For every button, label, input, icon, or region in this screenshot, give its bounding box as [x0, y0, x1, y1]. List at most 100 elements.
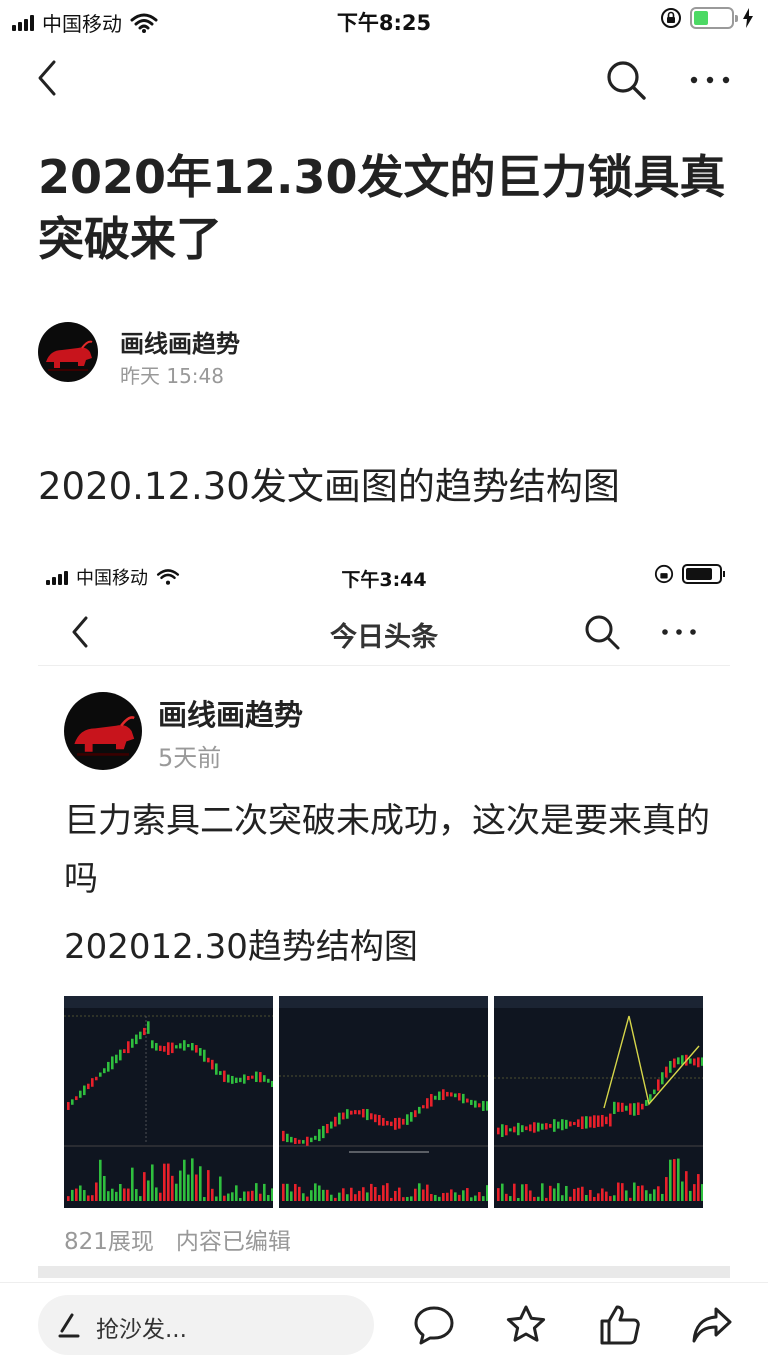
volume-bar: [243, 1191, 246, 1201]
candle: [298, 1139, 301, 1144]
view-count: 821展现: [64, 1229, 154, 1255]
volume-bar: [597, 1193, 600, 1201]
candle: [294, 1137, 297, 1144]
candle: [645, 1100, 648, 1106]
volume-bar: [195, 1174, 198, 1201]
volume-bar: [135, 1189, 138, 1201]
candle: [486, 1101, 488, 1111]
volume-bar: [179, 1170, 182, 1201]
candle: [111, 1056, 114, 1070]
volume-bar: [565, 1185, 568, 1201]
volume-bar: [155, 1187, 158, 1201]
candle: [406, 1114, 409, 1125]
candle: [259, 1072, 262, 1083]
candle: [227, 1074, 230, 1083]
volume-bar: [259, 1193, 262, 1201]
embedded-nav-title: 今日头条: [330, 622, 438, 653]
favorite-star-icon[interactable]: [504, 1303, 548, 1347]
candle: [430, 1094, 433, 1107]
candle: [517, 1122, 520, 1136]
volume-bar: [87, 1195, 90, 1201]
embedded-post-subtitle: 202012.30趋势结构图: [64, 927, 418, 967]
volume-bar: [271, 1188, 273, 1201]
volume-bar: [649, 1193, 652, 1201]
volume-bar: [617, 1182, 620, 1201]
candle: [418, 1106, 421, 1114]
volume-bar: [119, 1183, 122, 1201]
volume-bar: [207, 1170, 210, 1201]
candle: [402, 1118, 405, 1125]
candle: [147, 1021, 150, 1034]
volume-bar: [95, 1182, 98, 1201]
candle: [677, 1057, 680, 1065]
search-icon[interactable]: [604, 58, 648, 102]
candle: [673, 1058, 676, 1068]
embedded-publish-time: 5天前: [158, 744, 222, 772]
search-icon: [585, 615, 620, 650]
candle: [665, 1066, 668, 1078]
like-thumbs-up-icon[interactable]: [598, 1303, 642, 1347]
candle: [71, 1099, 74, 1105]
volume-bar: [330, 1194, 333, 1201]
candle: [127, 1041, 130, 1054]
share-icon[interactable]: [690, 1303, 734, 1347]
volume-bar: [478, 1192, 481, 1201]
candle: [362, 1108, 365, 1118]
candle: [561, 1119, 564, 1131]
candle: [569, 1121, 572, 1127]
volume-bar: [521, 1184, 524, 1201]
volume-bar: [366, 1192, 369, 1201]
candle: [470, 1099, 473, 1105]
candle: [565, 1119, 568, 1129]
candle: [637, 1102, 640, 1116]
candle: [549, 1124, 552, 1128]
volume-bar: [159, 1192, 162, 1201]
volume-bar: [581, 1186, 584, 1201]
candle: [243, 1074, 246, 1084]
candle: [79, 1090, 82, 1098]
embedded-author-name: 画线画趋势: [158, 698, 304, 732]
comment-input[interactable]: 抢沙发...: [38, 1295, 374, 1355]
candle: [505, 1125, 508, 1136]
candle: [183, 1040, 186, 1051]
author-name[interactable]: 画线画趋势: [120, 324, 240, 359]
candle: [290, 1136, 293, 1143]
candle: [382, 1117, 385, 1126]
volume-bar: [474, 1195, 477, 1201]
comment-icon[interactable]: [412, 1303, 456, 1347]
volume-bar: [219, 1176, 222, 1201]
volume-bar: [609, 1196, 612, 1201]
candle: [167, 1042, 170, 1055]
volume-bar: [517, 1197, 520, 1201]
volume-bar: [573, 1188, 576, 1201]
volume-bar: [302, 1193, 305, 1201]
volume-bar: [633, 1182, 636, 1201]
volume-bar: [247, 1191, 250, 1201]
volume-bar: [625, 1190, 628, 1201]
candle: [450, 1092, 453, 1097]
volume-bar: [605, 1191, 608, 1201]
candle: [482, 1100, 485, 1111]
charging-icon: [743, 8, 753, 28]
volume-bar: [310, 1190, 313, 1201]
volume-bar: [557, 1183, 560, 1201]
candle: [557, 1121, 560, 1129]
volume-bar: [414, 1188, 417, 1201]
candle: [386, 1120, 389, 1126]
candle: [215, 1063, 218, 1075]
volume-bar: [290, 1191, 293, 1201]
volume-bar: [458, 1194, 461, 1201]
embedded-screenshot[interactable]: 中国移动 下午3:44 今日头条 画线画趋势 5天前 巨力索具二次突破未成功，这…: [38, 556, 730, 1276]
candle: [286, 1133, 289, 1143]
volume-bar: [398, 1187, 401, 1201]
candle: [621, 1102, 624, 1112]
candle: [613, 1101, 616, 1115]
more-icon[interactable]: [686, 58, 734, 102]
candle: [195, 1045, 198, 1053]
volume-bar: [294, 1184, 297, 1201]
candle: [314, 1135, 317, 1140]
volume-bar: [677, 1158, 680, 1201]
avatar[interactable]: [38, 322, 98, 382]
back-icon[interactable]: [30, 58, 70, 98]
author-row[interactable]: 画线画趋势 昨天 15:48: [38, 322, 638, 388]
